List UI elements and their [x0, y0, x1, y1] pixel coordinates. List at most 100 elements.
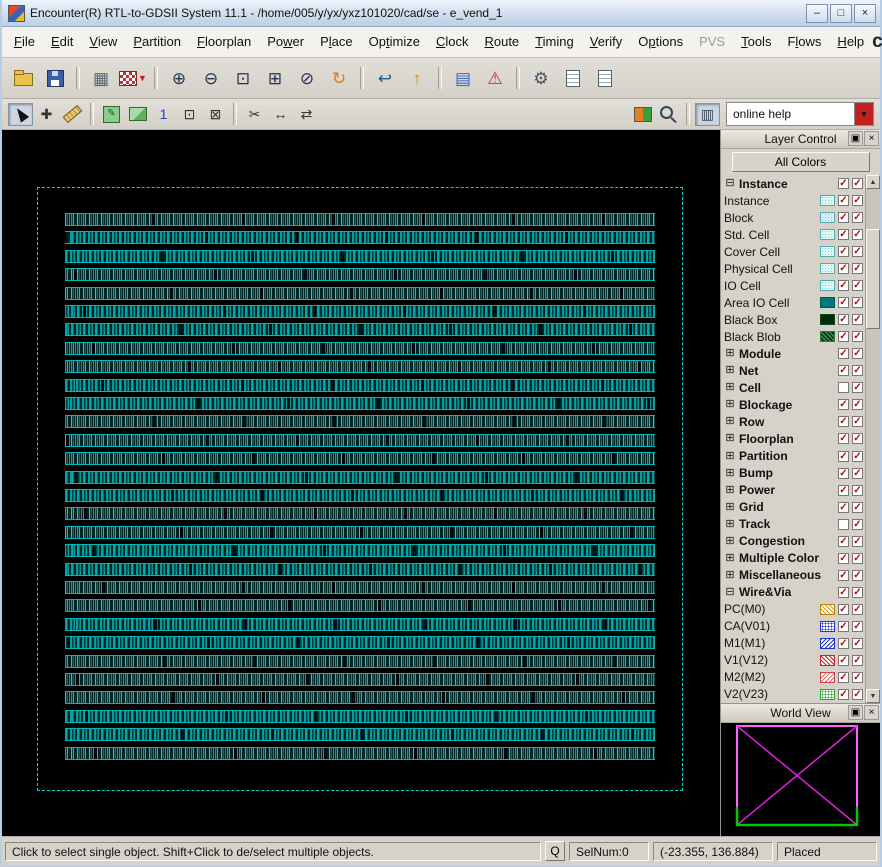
selectability-checkbox[interactable]: ✓: [852, 365, 863, 377]
layer-row-multiple-color[interactable]: ⊞ Multiple Color ✓ ✓: [724, 550, 865, 567]
expand-icon[interactable]: ⊞: [724, 552, 736, 564]
visibility-checkbox[interactable]: ✓: [838, 535, 849, 547]
menu-flows[interactable]: Flows: [779, 29, 829, 54]
world-view-canvas[interactable]: [721, 723, 880, 836]
selectability-checkbox[interactable]: ✓: [852, 450, 863, 462]
color-swatch[interactable]: [820, 331, 835, 343]
layer-row-blockage[interactable]: ⊞ Blockage ✓ ✓: [724, 396, 865, 413]
menu-options[interactable]: Options: [630, 29, 691, 54]
layer-row-net[interactable]: ⊞ Net ✓ ✓: [724, 362, 865, 379]
cut-tool-button[interactable]: ✂: [242, 103, 267, 126]
menu-pvs[interactable]: PVS: [691, 29, 733, 54]
layer-row-track[interactable]: ⊞ Track ✓: [724, 516, 865, 533]
color-swatch[interactable]: [820, 603, 835, 615]
menu-verify[interactable]: Verify: [582, 29, 631, 54]
visibility-checkbox[interactable]: ✓: [838, 416, 849, 428]
layer-row-v1-v12[interactable]: V1(V12) ✓ ✓: [724, 652, 865, 669]
layer-row-bump[interactable]: ⊞ Bump ✓ ✓: [724, 465, 865, 482]
layer-row-cell[interactable]: ⊞ Cell ✓: [724, 379, 865, 396]
color-swatch[interactable]: [820, 263, 835, 275]
selectability-checkbox[interactable]: ✓: [852, 433, 863, 445]
scroll-down-button[interactable]: ▼: [866, 689, 880, 703]
menu-file[interactable]: File: [6, 29, 43, 54]
snapshot-tool-button[interactable]: [125, 103, 150, 126]
visibility-checkbox[interactable]: ✓: [838, 195, 849, 207]
expand-icon[interactable]: ⊞: [724, 535, 736, 547]
menu-optimize[interactable]: Optimize: [361, 29, 428, 54]
menu-power[interactable]: Power: [259, 29, 312, 54]
layer-row-physical-cell[interactable]: Physical Cell ✓ ✓: [724, 260, 865, 277]
layer-row-v2-v23[interactable]: V2(V23) ✓ ✓: [724, 686, 865, 703]
selectability-checkbox[interactable]: ✓: [852, 416, 863, 428]
attribute-editor-button[interactable]: [558, 63, 588, 93]
layer-row-std-cell[interactable]: Std. Cell ✓ ✓: [724, 226, 865, 243]
zoom-out-button[interactable]: ⊖: [196, 63, 226, 93]
close-panel-icon[interactable]: ×: [864, 131, 879, 146]
selectability-checkbox[interactable]: ✓: [852, 467, 863, 479]
visibility-checkbox[interactable]: ✓: [838, 314, 849, 326]
visibility-checkbox[interactable]: ✓: [838, 654, 849, 666]
visibility-checkbox[interactable]: ✓: [838, 212, 849, 224]
select-tool-button[interactable]: [8, 102, 33, 126]
layer-row-partition[interactable]: ⊞ Partition ✓ ✓: [724, 448, 865, 465]
layer-row-ca-v01[interactable]: CA(V01) ✓ ✓: [724, 618, 865, 635]
expand-icon[interactable]: ⊞: [724, 484, 736, 496]
scroll-up-button[interactable]: ▲: [866, 175, 880, 189]
selectability-checkbox[interactable]: ✓: [852, 535, 863, 547]
create-text-tool-button[interactable]: 1: [151, 103, 176, 126]
collapse-icon[interactable]: ⊟: [724, 586, 736, 598]
expand-icon[interactable]: ⊞: [724, 501, 736, 513]
selectability-checkbox[interactable]: ✓: [852, 212, 863, 224]
swap-tool-button[interactable]: ⇄: [294, 103, 319, 126]
combo-dropdown-button[interactable]: ▼: [854, 103, 873, 125]
selectability-checkbox[interactable]: ✓: [852, 671, 863, 683]
layer-row-floorplan[interactable]: ⊞ Floorplan ✓ ✓: [724, 430, 865, 447]
layer-row-wire-via[interactable]: ⊟ Wire&Via ✓ ✓: [724, 584, 865, 601]
visibility-checkbox[interactable]: ✓: [838, 501, 849, 513]
expand-icon[interactable]: ⊞: [724, 348, 736, 359]
scrollbar-thumb[interactable]: [866, 229, 880, 329]
layer-row-pc-m0[interactable]: PC(M0) ✓ ✓: [724, 601, 865, 618]
visibility-checkbox[interactable]: ✓: [838, 399, 849, 411]
visibility-checkbox[interactable]: ✓: [838, 229, 849, 241]
color-swatch[interactable]: [820, 671, 835, 683]
minimize-button[interactable]: –: [806, 3, 828, 23]
deselect-area-tool-button[interactable]: ⊠: [203, 103, 228, 126]
layer-row-miscellaneous[interactable]: ⊞ Miscellaneous ✓ ✓: [724, 567, 865, 584]
visibility-checkbox[interactable]: ✓: [838, 637, 849, 649]
layer-row-grid[interactable]: ⊞ Grid ✓ ✓: [724, 499, 865, 516]
select-area-tool-button[interactable]: ⊡: [177, 103, 202, 126]
visibility-checkbox[interactable]: ✓: [838, 365, 849, 377]
color-swatch[interactable]: [820, 637, 835, 649]
selectability-checkbox[interactable]: ✓: [852, 484, 863, 496]
color-swatch[interactable]: [820, 654, 835, 666]
layer-row-black-box[interactable]: Black Box ✓ ✓: [724, 311, 865, 328]
selectability-checkbox[interactable]: ✓: [852, 229, 863, 241]
visibility-checkbox[interactable]: ✓: [838, 688, 849, 700]
color-swatch[interactable]: [820, 212, 835, 224]
menu-help[interactable]: Help: [829, 29, 872, 54]
selectability-checkbox[interactable]: ✓: [852, 331, 863, 343]
violation-browser-button[interactable]: ⚠: [480, 63, 510, 93]
color-swatch[interactable]: [820, 280, 835, 292]
edit-wire-tool-button[interactable]: ✎: [99, 103, 124, 126]
visibility-checkbox[interactable]: ✓: [838, 484, 849, 496]
color-swatch[interactable]: [820, 314, 835, 326]
selectability-checkbox[interactable]: ✓: [852, 654, 863, 666]
visibility-checkbox[interactable]: ✓: [838, 450, 849, 462]
layer-row-area-io-cell[interactable]: Area IO Cell ✓ ✓: [724, 294, 865, 311]
layer-row-instance[interactable]: ⊟ Instance ✓ ✓: [724, 175, 865, 192]
physical-view-button[interactable]: ▼: [118, 63, 148, 93]
stretch-tool-button[interactable]: ↔: [268, 103, 293, 126]
selectability-checkbox[interactable]: ✓: [852, 280, 863, 292]
expand-icon[interactable]: ⊞: [724, 467, 736, 479]
menu-edit[interactable]: Edit: [43, 29, 81, 54]
layer-row-instance[interactable]: Instance ✓ ✓: [724, 192, 865, 209]
selectability-checkbox[interactable]: ✓: [852, 314, 863, 326]
color-swatch[interactable]: [820, 246, 835, 258]
visibility-checkbox[interactable]: ✓: [838, 620, 849, 632]
float-panel-icon[interactable]: ▣: [848, 705, 863, 720]
menu-floorplan[interactable]: Floorplan: [189, 29, 259, 54]
online-help-combo[interactable]: online help ▼: [726, 102, 874, 126]
selectability-checkbox[interactable]: ✓: [852, 552, 863, 564]
